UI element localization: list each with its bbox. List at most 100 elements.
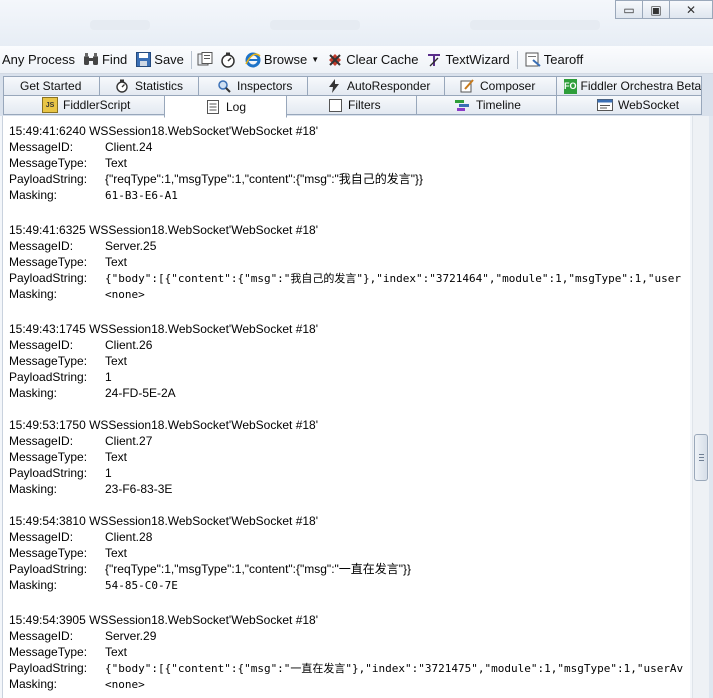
compose-icon xyxy=(459,78,475,94)
tearoff-icon xyxy=(525,52,541,68)
masking-key: Masking: xyxy=(9,578,58,592)
close-button[interactable]: ✕ xyxy=(669,0,713,19)
payload-key: PayloadString: xyxy=(9,661,88,675)
panel-edge xyxy=(709,116,713,698)
log-panel: 15:49:41:6240 WSSession18.WebSocket'WebS… xyxy=(0,116,713,698)
tab-get-started[interactable]: Get Started xyxy=(3,76,100,96)
find-label: Find xyxy=(101,52,128,67)
tab-autoresponder[interactable]: AutoResponder xyxy=(307,76,445,96)
save-button[interactable]: Save xyxy=(131,49,188,71)
lightning-icon xyxy=(326,78,342,94)
masking-key: Masking: xyxy=(9,386,58,400)
tab-timeline[interactable]: Timeline xyxy=(416,95,557,115)
masking-value: <none> xyxy=(105,288,145,301)
message-id-value: Server.29 xyxy=(105,629,157,643)
masking-key: Masking: xyxy=(9,188,58,202)
payload-value: {"reqType":1,"msgType":1,"content":{"msg… xyxy=(105,562,412,576)
any-process-label: Any Process xyxy=(2,52,75,67)
log-entry: 15:49:54:3810 WSSession18.WebSocket'WebS… xyxy=(9,513,411,593)
save-icon xyxy=(135,52,151,68)
tab-fiddler-orchestra[interactable]: FO Fiddler Orchestra Beta xyxy=(556,76,702,96)
grip-line xyxy=(699,457,704,458)
blurred-title-area xyxy=(270,20,360,30)
clear-cache-button[interactable]: Clear Cache xyxy=(323,49,422,71)
tab-label: Statistics xyxy=(135,79,184,93)
payload-key: PayloadString: xyxy=(9,370,88,384)
message-id-key: MessageID: xyxy=(9,140,74,154)
chevron-down-icon[interactable]: ▼ xyxy=(311,55,319,64)
payload-key: PayloadString: xyxy=(9,466,88,480)
find-button[interactable]: Find xyxy=(79,49,131,71)
masking-value: 54-85-C0-7E xyxy=(105,579,178,592)
message-id-key: MessageID: xyxy=(9,338,74,352)
message-id-value: Client.28 xyxy=(105,530,153,544)
minimize-icon: ▭ xyxy=(623,2,635,17)
scrollbar-thumb[interactable] xyxy=(694,434,708,481)
log-entry-header: 15:49:53:1750 WSSession18.WebSocket'WebS… xyxy=(9,418,318,432)
tab-filters[interactable]: Filters xyxy=(286,95,417,115)
tab-composer[interactable]: Composer xyxy=(444,76,557,96)
message-id-value: Server.25 xyxy=(105,239,157,253)
message-type-value: Text xyxy=(105,546,128,560)
log-entry-header: 15:49:41:6240 WSSession18.WebSocket'WebS… xyxy=(9,124,318,138)
message-id-key: MessageID: xyxy=(9,530,74,544)
toolbar: Any Process Find Save Browse ▼ Clear Cac… xyxy=(0,46,713,74)
message-id-value: Client.24 xyxy=(105,140,153,154)
log-entry: 15:49:41:6325 WSSession18.WebSocket'WebS… xyxy=(9,222,681,302)
grip-line xyxy=(699,460,704,461)
payload-value: {"body":[{"content":{"msg":"一直在发言"},"ind… xyxy=(105,662,684,675)
tab-inspectors[interactable]: Inspectors xyxy=(198,76,308,96)
snapshot-icon xyxy=(197,52,213,68)
message-type-key: MessageType: xyxy=(9,255,88,269)
masking-value: <none> xyxy=(105,678,145,691)
message-id-key: MessageID: xyxy=(9,629,74,643)
payload-key: PayloadString: xyxy=(9,172,88,186)
masking-key: Masking: xyxy=(9,287,58,301)
tab-log[interactable]: Log xyxy=(164,95,287,118)
tab-label: Get Started xyxy=(20,79,82,93)
tab-label: Log xyxy=(226,99,247,114)
message-type-value: Text xyxy=(105,354,128,368)
message-type-key: MessageType: xyxy=(9,450,88,464)
log-textbox[interactable]: 15:49:41:6240 WSSession18.WebSocket'WebS… xyxy=(2,116,690,698)
window-title-bar: ▭ ▣ ✕ xyxy=(0,0,713,46)
log-entry: 15:49:41:6240 WSSession18.WebSocket'WebS… xyxy=(9,123,423,203)
log-entry-header: 15:49:54:3905 WSSession18.WebSocket'WebS… xyxy=(9,613,318,627)
maximize-button[interactable]: ▣ xyxy=(642,0,670,19)
save-label: Save xyxy=(154,52,184,67)
tab-websocket[interactable]: WebSocket xyxy=(556,95,702,115)
snapshot-button[interactable] xyxy=(195,49,218,71)
payload-key: PayloadString: xyxy=(9,271,88,285)
maximize-icon: ▣ xyxy=(650,2,662,17)
message-type-key: MessageType: xyxy=(9,156,88,170)
payload-value: 1 xyxy=(105,370,112,384)
message-type-key: MessageType: xyxy=(9,546,88,560)
tab-statistics[interactable]: Statistics xyxy=(99,76,199,96)
tearoff-button[interactable]: Tearoff xyxy=(521,49,588,71)
any-process-button[interactable]: Any Process xyxy=(2,49,79,71)
vertical-scrollbar[interactable] xyxy=(692,116,709,698)
clear-cache-icon xyxy=(327,52,343,68)
log-entry-header: 15:49:54:3810 WSSession18.WebSocket'WebS… xyxy=(9,514,318,528)
tab-label: AutoResponder xyxy=(347,79,431,93)
minimize-button[interactable]: ▭ xyxy=(615,0,643,19)
masking-key: Masking: xyxy=(9,482,58,496)
textwizard-button[interactable]: TextWizard xyxy=(422,49,513,71)
timer-button[interactable] xyxy=(218,49,241,71)
toolbar-separator xyxy=(190,50,192,69)
payload-value: {"reqType":1,"msgType":1,"content":{"msg… xyxy=(105,172,424,186)
timer-icon xyxy=(114,78,130,94)
grip-line xyxy=(699,454,704,455)
browse-label: Browse xyxy=(263,52,308,67)
fiddler-orchestra-icon: FO xyxy=(564,78,577,94)
browse-button[interactable]: Browse ▼ xyxy=(241,49,323,71)
message-type-key: MessageType: xyxy=(9,645,88,659)
tab-row-bottom: JS FiddlerScript Log Filters Timeline We… xyxy=(0,95,713,118)
tab-strip: Get Started Statistics Inspectors AutoRe… xyxy=(0,74,713,118)
tab-fiddlerscript[interactable]: JS FiddlerScript xyxy=(3,95,165,115)
message-id-key: MessageID: xyxy=(9,434,74,448)
tab-label: Filters xyxy=(348,98,381,112)
timeline-icon xyxy=(455,97,471,113)
timer-icon xyxy=(220,52,236,68)
message-type-value: Text xyxy=(105,255,128,269)
